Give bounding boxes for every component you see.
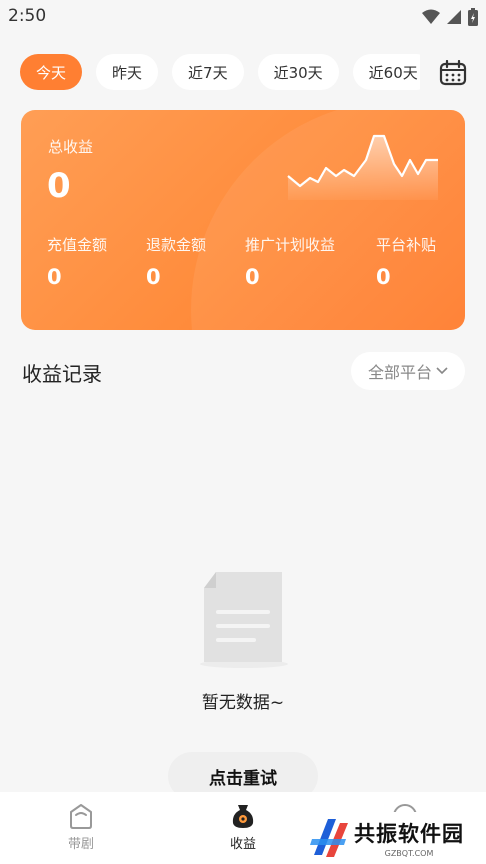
filter-yesterday[interactable]: 昨天	[96, 54, 159, 90]
empty-state-message: 暂无数据~	[201, 693, 285, 713]
metric-subsidy: 平台补贴 0	[376, 234, 436, 289]
tab-drama[interactable]: 带剧	[31, 792, 131, 864]
metric-label: 平台补贴	[376, 236, 437, 254]
watermark-site: GZBQT.COM	[384, 849, 434, 858]
filter-60-days[interactable]: 近60天	[352, 54, 420, 90]
watermark: 共振软件园 GZBQT.COM	[306, 812, 486, 864]
tab-earnings[interactable]: 收益	[193, 792, 293, 864]
filter-7-days[interactable]: 近7天	[172, 54, 244, 90]
calendar-icon[interactable]	[439, 60, 467, 86]
money-bag-icon	[232, 805, 254, 828]
records-title: 收益记录	[22, 362, 102, 386]
total-earnings-label: 总收益	[48, 138, 94, 156]
metric-refund: 退款金额 0	[146, 234, 206, 289]
platform-filter-dropdown[interactable]: 全部平台	[351, 352, 465, 390]
metric-value: 0	[376, 265, 391, 289]
filter-today[interactable]: 今天	[20, 54, 83, 90]
metric-label: 推广计划收益	[245, 236, 336, 254]
watermark-name: 共振软件园	[354, 822, 464, 846]
earnings-summary-card: 总收益 0 充值金额 0 退款金额 0 推广计划收益 0 平台补贴 0	[21, 110, 465, 330]
platform-filter-label: 全部平台	[367, 363, 432, 382]
trend-sparkline-icon	[287, 134, 438, 200]
signal-icon	[447, 10, 461, 24]
filter-30-days[interactable]: 近30天	[257, 54, 339, 90]
earnings-metrics: 充值金额 0 退款金额 0 推广计划收益 0 平台补贴 0	[21, 234, 465, 294]
wifi-icon	[422, 9, 440, 24]
watermark-logo-icon	[310, 819, 348, 857]
home-icon	[70, 804, 92, 829]
date-filter-bar: 今天 昨天 近7天 近30天 近60天	[20, 54, 420, 92]
battery-icon	[468, 8, 478, 26]
status-time: 2:50	[8, 6, 47, 26]
metric-recharge: 充值金额 0	[47, 234, 107, 289]
status-icons	[422, 8, 478, 26]
status-bar: 2:50	[0, 0, 486, 34]
metric-value: 0	[47, 265, 62, 289]
metric-promotion: 推广计划收益 0	[245, 234, 335, 289]
metric-value: 0	[245, 265, 260, 289]
metric-label: 退款金额	[146, 236, 207, 254]
chevron-down-icon	[436, 367, 448, 375]
tab-label: 带剧	[67, 837, 94, 852]
empty-document-icon	[200, 572, 288, 668]
watermark-text: 共振软件园 GZBQT.COM	[354, 818, 464, 858]
metric-label: 充值金额	[47, 236, 108, 254]
tab-label: 收益	[229, 837, 256, 852]
total-earnings-value: 0	[47, 166, 71, 206]
metric-value: 0	[146, 265, 161, 289]
